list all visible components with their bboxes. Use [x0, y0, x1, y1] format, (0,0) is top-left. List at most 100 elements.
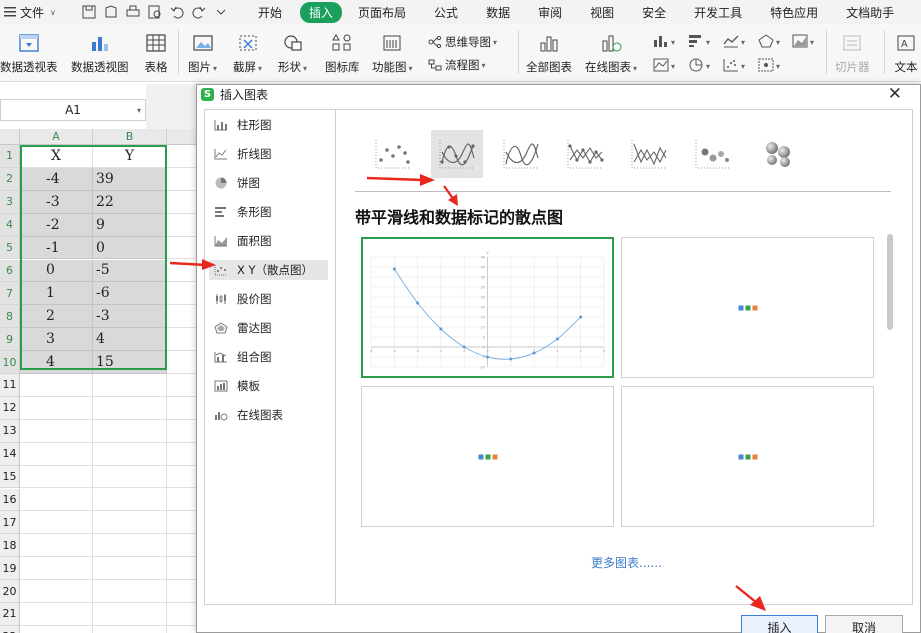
tab-developer[interactable]: 开发工具 [694, 2, 742, 23]
cell-a22[interactable] [20, 625, 93, 633]
category-template[interactable]: 模板 [209, 376, 328, 396]
cell-a4[interactable]: -2 [20, 213, 93, 237]
table-button[interactable]: 表格 [142, 30, 170, 75]
cell-c13[interactable] [167, 420, 197, 443]
category-line[interactable]: 折线图 [209, 144, 328, 164]
area-chart-dropdown[interactable]: ▾ [792, 32, 828, 52]
chart-style-thumbnail[interactable] [361, 386, 614, 527]
category-scatter[interactable]: X Y（散点图） [209, 260, 328, 280]
cell-a17[interactable] [20, 511, 93, 535]
cell-a10[interactable]: 4 [20, 351, 93, 374]
cell-b8[interactable]: -3 [93, 305, 167, 329]
row-header[interactable]: 2 [0, 167, 20, 191]
cell-c2[interactable] [167, 168, 197, 191]
cell-b4[interactable]: 9 [93, 213, 167, 237]
column-header-c[interactable] [167, 129, 197, 145]
cell-a8[interactable]: 2 [20, 305, 93, 329]
row-header[interactable]: 3 [0, 190, 20, 214]
cell-a18[interactable] [20, 534, 93, 558]
print-icon[interactable] [122, 3, 144, 21]
subtype-scatter-smooth-markers[interactable] [431, 130, 483, 178]
cell-b5[interactable]: 0 [93, 236, 167, 260]
cell-a1[interactable]: X [20, 145, 93, 168]
cell-b7[interactable]: -6 [93, 282, 167, 306]
cell-b17[interactable] [93, 511, 167, 535]
scatter-chart-dropdown[interactable]: ▾ [723, 56, 759, 76]
subtype-scatter-straight-markers[interactable] [559, 130, 611, 178]
tab-security[interactable]: 安全 [642, 2, 666, 23]
preview-scrollbar[interactable] [887, 234, 893, 330]
cell-b13[interactable] [93, 419, 167, 443]
chart-style-thumbnail[interactable] [621, 237, 874, 378]
row-header[interactable]: 12 [0, 396, 20, 420]
textbox-button[interactable]: A 文本 [892, 30, 920, 75]
row-header[interactable]: 13 [0, 419, 20, 443]
cell-b10[interactable]: 15 [93, 351, 167, 374]
chart-preview-thumbnail[interactable]: -10 -5 0 5 10 15 20 25 30 35 40 45 -5 -4 -3 -2 -1 0 1 2 3 4 5 Y [361, 237, 614, 378]
tab-data[interactable]: 数据 [486, 2, 510, 23]
cell-a16[interactable] [20, 488, 93, 512]
subtype-scatter-straight-lines[interactable] [623, 130, 675, 178]
undo-icon[interactable] [166, 3, 188, 21]
bar-chart-dropdown[interactable]: ▾ [688, 32, 724, 52]
category-pie[interactable]: 饼图 [209, 173, 328, 193]
row-header[interactable]: 5 [0, 236, 20, 260]
row-header[interactable]: 8 [0, 305, 20, 329]
tab-features[interactable]: 特色应用 [770, 2, 818, 23]
cell-c4[interactable] [167, 214, 197, 237]
column-chart-dropdown[interactable]: ▾ [653, 32, 689, 52]
cell-c3[interactable] [167, 191, 197, 214]
row-header[interactable]: 6 [0, 259, 20, 283]
row-header[interactable]: 15 [0, 465, 20, 489]
row-header[interactable]: 14 [0, 442, 20, 466]
row-header[interactable]: 10 [0, 351, 20, 374]
row-header[interactable]: 11 [0, 374, 20, 397]
picture-button[interactable]: 图片 ▾ [188, 30, 217, 75]
cell-a21[interactable] [20, 603, 93, 626]
select-all-corner[interactable] [0, 129, 20, 145]
column-header-b[interactable]: B [93, 129, 167, 145]
cell-c22[interactable] [167, 626, 197, 633]
cell-b14[interactable] [93, 442, 167, 466]
cell-a14[interactable] [20, 442, 93, 466]
row-header[interactable]: 4 [0, 213, 20, 237]
redo-icon[interactable] [188, 3, 210, 21]
tab-review[interactable]: 审阅 [538, 2, 562, 23]
icon-library-button[interactable]: 图标库 [325, 30, 360, 75]
cell-c14[interactable] [167, 443, 197, 466]
chart-style-thumbnail[interactable] [621, 386, 874, 527]
row-header[interactable]: 1 [0, 145, 20, 168]
row-header[interactable]: 20 [0, 580, 20, 603]
category-radar[interactable]: 雷达图 [209, 318, 328, 338]
cell-c7[interactable] [167, 282, 197, 306]
save-icon[interactable] [78, 3, 100, 21]
pivot-chart-button[interactable]: 数据透视图 [71, 30, 129, 75]
cell-c11[interactable] [167, 374, 197, 397]
row-header[interactable]: 17 [0, 511, 20, 535]
cell-c18[interactable] [167, 534, 197, 558]
category-area[interactable]: 面积图 [209, 231, 328, 251]
subtype-bubble[interactable] [687, 130, 739, 178]
cell-a7[interactable]: 1 [20, 282, 93, 306]
category-column[interactable]: 柱形图 [209, 115, 328, 135]
cell-c16[interactable] [167, 489, 197, 512]
row-header[interactable]: 16 [0, 488, 20, 512]
row-header[interactable]: 19 [0, 557, 20, 581]
screenshot-button[interactable]: 截屏 ▾ [233, 30, 262, 75]
cell-b18[interactable] [93, 534, 167, 558]
tab-insert[interactable]: 插入 [300, 1, 343, 23]
line-chart-dropdown[interactable]: ▾ [723, 32, 759, 52]
row-header[interactable]: 21 [0, 603, 20, 626]
subtype-scatter-markers[interactable] [367, 130, 419, 178]
map-chart-dropdown[interactable]: ▾ [653, 56, 689, 76]
online-charts-button[interactable]: 在线图表 ▾ [585, 30, 637, 75]
flow-chart-button[interactable]: 流程图 ▾ [428, 57, 486, 73]
file-menu[interactable]: 文件 ∨ [0, 4, 78, 21]
cell-a13[interactable] [20, 419, 93, 443]
cell-a2[interactable]: -4 [20, 167, 93, 191]
cell-a20[interactable] [20, 580, 93, 603]
row-header[interactable]: 7 [0, 282, 20, 306]
row-header[interactable]: 22 [0, 625, 20, 633]
row-header[interactable]: 9 [0, 328, 20, 352]
column-header-a[interactable]: A [20, 129, 93, 145]
